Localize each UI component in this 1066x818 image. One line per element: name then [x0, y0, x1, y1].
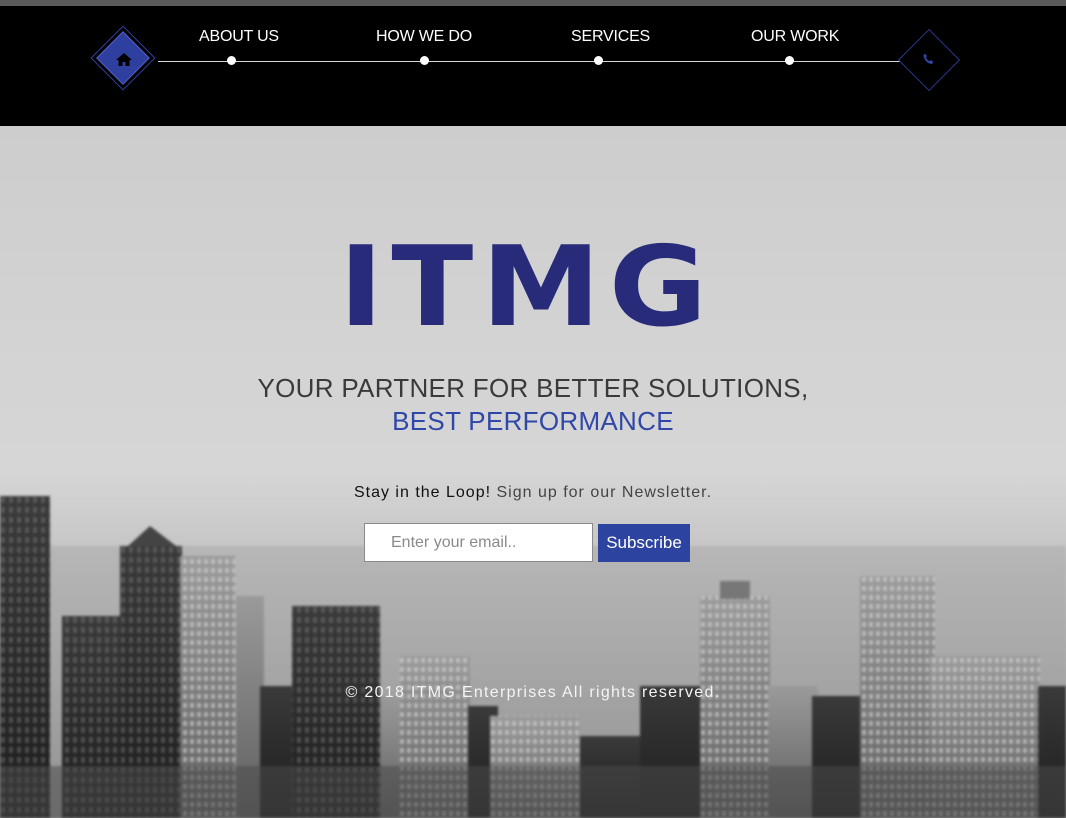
- copyright-footer: © 2018 ITMG Enterprises All rights reser…: [345, 684, 721, 701]
- hero-section: ITMG YOUR PARTNER FOR BETTER SOLUTIONS, …: [0, 126, 1066, 818]
- nav-dot-services: [594, 56, 603, 65]
- nav-how-we-do[interactable]: HOW WE DO: [376, 28, 472, 46]
- phone-icon[interactable]: [920, 51, 938, 69]
- nav-our-work[interactable]: OUR WORK: [751, 28, 839, 46]
- nav-services[interactable]: SERVICES: [571, 28, 650, 46]
- home-icon[interactable]: [112, 48, 136, 72]
- newsletter-text: Sign up for our Newsletter.: [496, 484, 713, 501]
- brand-logo: ITMG: [338, 223, 716, 352]
- top-navigation: ABOUT US HOW WE DO SERVICES OUR WORK: [0, 6, 1066, 126]
- tagline-highlight: BEST PERFORMANCE: [392, 406, 674, 436]
- email-input[interactable]: [364, 523, 593, 562]
- tagline-primary: YOUR PARTNER FOR BETTER SOLUTIONS,: [257, 373, 809, 403]
- newsletter-prompt: Stay in the Loop! Sign up for our Newsle…: [0, 484, 1066, 502]
- subscribe-button[interactable]: Subscribe: [598, 524, 690, 562]
- nav-dot-work: [785, 56, 794, 65]
- nav-about-us[interactable]: ABOUT US: [199, 28, 279, 46]
- nav-dot-about: [227, 56, 236, 65]
- newsletter-lead: Stay in the Loop!: [353, 484, 492, 501]
- nav-dot-how: [420, 56, 429, 65]
